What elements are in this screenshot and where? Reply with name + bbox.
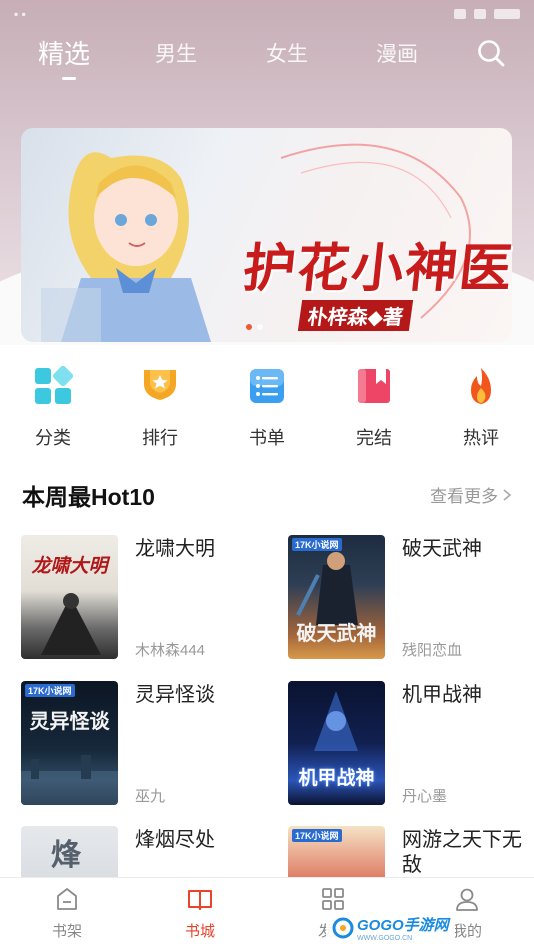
- book-author: 巫九: [135, 788, 166, 805]
- bottom-tab-label: 书城: [184, 923, 215, 940]
- see-more-label: 查看更多: [430, 487, 498, 506]
- book-list-icon: [247, 366, 287, 406]
- bottom-tab-label: 书架: [51, 923, 82, 940]
- signal-icon: [474, 9, 486, 19]
- tab-comics[interactable]: 漫画: [376, 38, 418, 68]
- quick-link-label: 分类: [35, 428, 71, 448]
- cover-publisher-tag: 17K小说网: [292, 829, 342, 842]
- status-icons: [454, 9, 520, 19]
- book-card[interactable]: 17K小说网 灵异怪谈 灵异怪谈 巫九: [21, 681, 261, 806]
- top-nav: 精选 男生 女生 漫画: [0, 32, 534, 82]
- grid-icon: [320, 886, 346, 912]
- search-icon[interactable]: [476, 38, 506, 68]
- trophy-icon: [140, 366, 180, 406]
- book-cover: 龙啸大明: [21, 535, 118, 659]
- tab-indicator: [62, 77, 76, 80]
- book-cover: 机甲战神: [288, 681, 385, 805]
- book-cover: 17K小说网 破天武神: [288, 535, 385, 659]
- book-author: 木林森444: [135, 642, 206, 659]
- book-title: 网游之天下无敌: [402, 829, 522, 876]
- quick-link-ranking[interactable]: 排行: [120, 362, 200, 450]
- cover-art: [21, 755, 118, 805]
- bookmark-book-icon: [354, 366, 394, 406]
- open-book-icon: [187, 886, 213, 912]
- book-author: 丹心墨: [402, 788, 448, 805]
- book-title: 灵异怪谈: [135, 684, 215, 706]
- quick-links: 分类 排行 书单 完结 热评: [0, 362, 534, 452]
- tab-female[interactable]: 女生: [266, 38, 308, 68]
- cover-title: 烽: [51, 838, 81, 873]
- book-title: 烽烟尽处: [135, 829, 215, 851]
- wifi-icon: [454, 9, 466, 19]
- banner-title: 护花小神医: [240, 238, 517, 299]
- bottom-tab-bookstore[interactable]: 书城: [165, 886, 235, 941]
- watermark-logo-text: GOGO手游网: [357, 917, 449, 934]
- category-grid-icon: [33, 365, 74, 406]
- user-icon: [454, 886, 480, 912]
- section-title: 本周最Hot10: [22, 484, 155, 510]
- watermark-url: WWW.GOGO.CN: [357, 935, 413, 942]
- book-title: 机甲战神: [402, 684, 482, 706]
- banner-subtitle: 朴梓森◆著: [297, 300, 414, 331]
- book-card[interactable]: 机甲战神 机甲战神 丹心墨: [288, 681, 528, 806]
- tab-male[interactable]: 男生: [155, 38, 197, 68]
- book-cover: 17K小说网 灵异怪谈: [21, 681, 118, 805]
- status-left: ▪ ▪: [14, 7, 26, 21]
- chevron-right-icon: [503, 488, 512, 501]
- battery-icon: [494, 9, 520, 19]
- book-author: 残阳恋血: [402, 642, 463, 659]
- quick-link-label: 书单: [249, 428, 285, 448]
- bookshelf-icon: [54, 886, 80, 912]
- cover-title: 破天武神: [296, 621, 377, 645]
- site-watermark: GOGO手游网 WWW.GOGO.CN: [326, 913, 455, 943]
- book-card[interactable]: 龙啸大明 龙啸大明 木林森444: [21, 535, 261, 660]
- see-more-link[interactable]: 查看更多: [430, 482, 512, 507]
- cover-title: 机甲战神: [298, 767, 375, 789]
- quick-link-hot-reviews[interactable]: 热评: [441, 362, 521, 450]
- banner-dot-active: [246, 324, 252, 330]
- cover-art: [41, 593, 101, 655]
- bottom-tab-bookshelf[interactable]: 书架: [32, 886, 102, 941]
- tab-featured[interactable]: 精选: [38, 34, 90, 71]
- quick-link-label: 排行: [142, 428, 178, 448]
- book-title: 破天武神: [402, 538, 482, 560]
- quick-link-booklist[interactable]: 书单: [227, 362, 307, 450]
- watermark-logo-icon: [332, 917, 354, 939]
- quick-link-label: 热评: [463, 428, 499, 448]
- book-card[interactable]: 17K小说网 破天武神 破天武神 残阳恋血: [288, 535, 528, 660]
- banner-pagination: [246, 324, 263, 330]
- quick-link-completed[interactable]: 完结: [334, 362, 414, 450]
- book-title: 龙啸大明: [135, 538, 215, 560]
- status-bar: ▪ ▪: [0, 0, 534, 28]
- quick-link-category[interactable]: 分类: [13, 362, 93, 450]
- flame-icon: [461, 366, 501, 406]
- quick-link-label: 完结: [356, 428, 392, 448]
- bottom-tab-label: 我的: [451, 923, 482, 940]
- banner-dot: [257, 324, 263, 330]
